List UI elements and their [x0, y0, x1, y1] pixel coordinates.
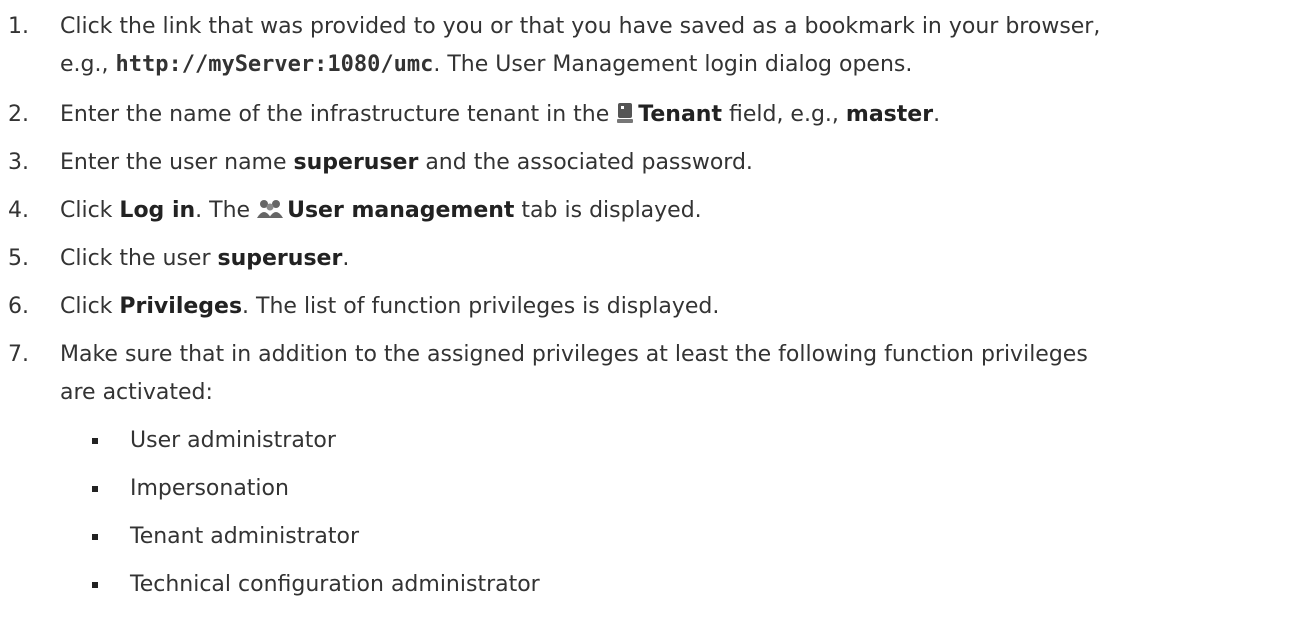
step-text: Click [60, 198, 120, 223]
tenant-field-label: Tenant [638, 102, 722, 127]
bullet-icon [92, 582, 98, 588]
step-number: 4. [8, 198, 29, 223]
user-name: superuser [293, 150, 419, 175]
step-number: 5. [8, 246, 29, 271]
step-text: Make sure that in addition to the assign… [60, 342, 1088, 367]
step-text: Click the link that was provided to you … [60, 14, 1101, 39]
step-number: 2. [8, 102, 29, 127]
tenant-database-icon [616, 99, 634, 137]
step-text: Click the user [60, 246, 218, 271]
step-text: . The list of function privileges is dis… [242, 294, 720, 319]
step-1-text-line-2: e.g., http://myServer:1080/umc. The User… [60, 46, 1302, 84]
step-1-text-line-1: Click the link that was provided to you … [60, 8, 1302, 46]
step-text: Enter the name of the infrastructure ten… [60, 102, 617, 127]
step-text: Enter the user name [60, 150, 294, 175]
step-number: 7. [8, 342, 29, 367]
privilege-name: Tenant administrator [130, 524, 360, 549]
bullet-icon [92, 486, 98, 492]
step-text: . The User Management login dialog opens… [433, 52, 913, 77]
privileges-button-label: Privileges [119, 294, 243, 319]
user-name: superuser [217, 246, 343, 271]
user-management-tab-label: User management [287, 198, 515, 223]
step-text: . [342, 246, 350, 271]
step-number: 6. [8, 294, 29, 319]
step-number: 3. [8, 150, 29, 175]
step-7-text-line-1: Make sure that in addition to the assign… [60, 336, 1302, 374]
step-5-text: Click the user superuser. [60, 240, 1302, 278]
bullet-icon [92, 438, 98, 444]
step-text: field, e.g., [721, 102, 846, 127]
step-text: tab is displayed. [514, 198, 702, 223]
step-number: 1. [8, 14, 29, 39]
step-4-text: Click Log in. The User management tab is… [60, 192, 1302, 233]
step-6-text: Click Privileges. The list of function p… [60, 288, 1302, 326]
step-2-text: Enter the name of the infrastructure ten… [60, 96, 1302, 137]
bullet-icon [92, 534, 98, 540]
step-3-text: Enter the user name superuser and the as… [60, 144, 1302, 182]
users-group-icon [257, 195, 284, 233]
step-7-text-line-2: are activated: [60, 374, 1302, 412]
umc-url: http://myServer:1080/umc [115, 52, 434, 77]
step-text: Click [60, 294, 120, 319]
step-text: and the associated password. [418, 150, 753, 175]
step-text: . The [195, 198, 258, 223]
step-text: e.g., [60, 52, 116, 77]
privilege-name: User administrator [130, 428, 336, 453]
privilege-name: Technical configuration administrator [130, 572, 540, 597]
log-in-button-label: Log in [119, 198, 196, 223]
step-text: . [933, 102, 941, 127]
privilege-name: Impersonation [130, 476, 289, 501]
step-text: are activated: [60, 380, 213, 405]
tenant-example: master [845, 102, 934, 127]
